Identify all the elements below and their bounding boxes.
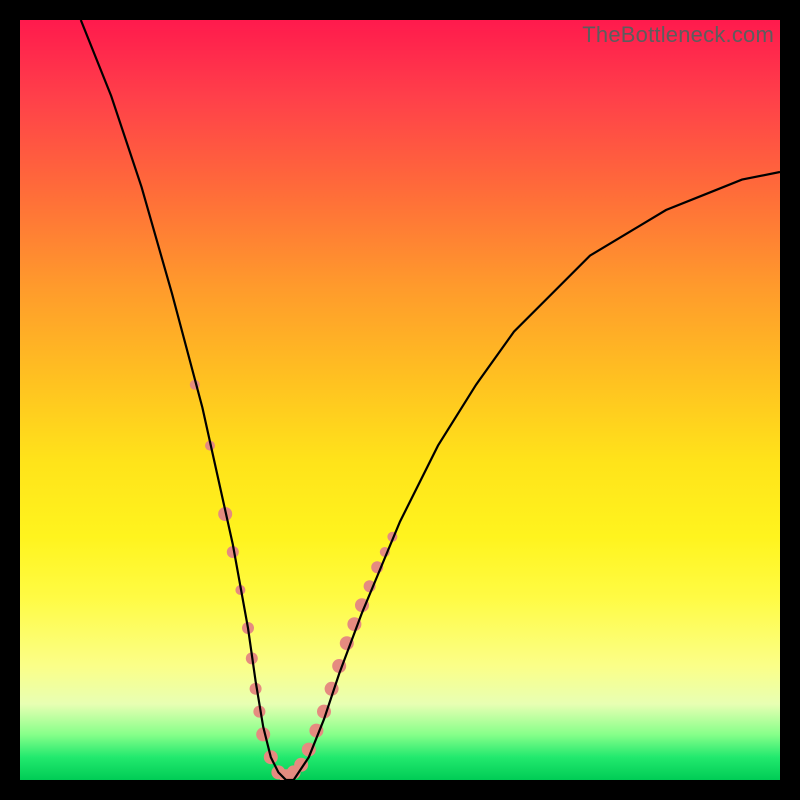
- chart-frame: TheBottleneck.com: [20, 20, 780, 780]
- marker-layer: [190, 380, 398, 780]
- chart-svg: [20, 20, 780, 780]
- bottleneck-curve: [81, 20, 780, 780]
- watermark-text: TheBottleneck.com: [582, 22, 774, 48]
